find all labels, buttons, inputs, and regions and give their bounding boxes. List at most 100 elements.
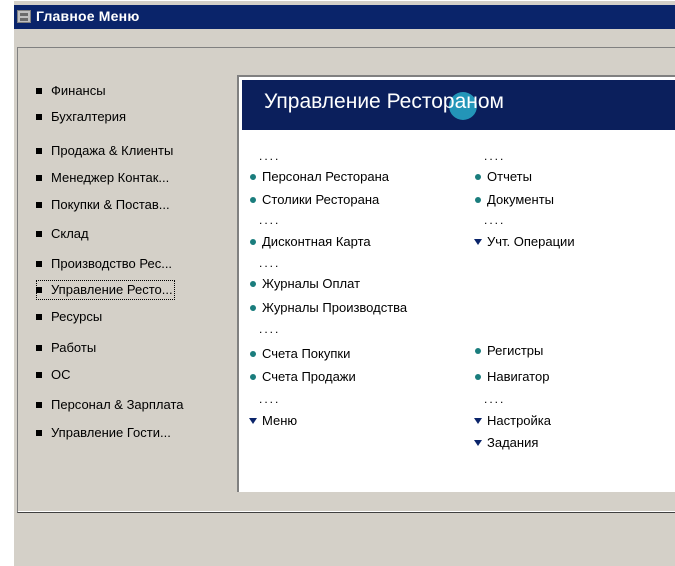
bullet-icon bbox=[475, 374, 481, 380]
bullet-icon bbox=[475, 174, 481, 180]
sidebar-item-personnel-payroll[interactable]: Персонал & Зарплата bbox=[36, 395, 186, 415]
panel-header: Управление Ресторанoм bbox=[242, 80, 675, 130]
panel-title: Управление Ресторанoм bbox=[264, 90, 504, 113]
square-bullet-icon bbox=[36, 231, 42, 237]
link-label: Документы bbox=[487, 192, 555, 207]
sidebar-item-resources[interactable]: Ресурсы bbox=[36, 307, 104, 327]
sidebar-item-label: Ресурсы bbox=[51, 309, 103, 324]
separator: .... bbox=[259, 392, 281, 406]
sidebar-item-label: Менеджер Контак... bbox=[51, 170, 170, 185]
link-label: Персонал Ресторана bbox=[262, 169, 390, 184]
sidebar-item-label: ОС bbox=[51, 367, 71, 382]
square-bullet-icon bbox=[36, 372, 42, 378]
link-sales-invoices[interactable]: Счета Продажи bbox=[249, 368, 356, 386]
link-label: Счета Продажи bbox=[262, 369, 356, 384]
sidebar-item-restaurant[interactable]: Управление Ресто... bbox=[36, 280, 175, 300]
link-label: Дисконтная Карта bbox=[262, 234, 371, 249]
sidebar-item-sales-clients[interactable]: Продажа & Клиенты bbox=[36, 141, 175, 161]
sidebar-item-label: Работы bbox=[51, 340, 97, 355]
expand-triangle-icon bbox=[474, 418, 482, 424]
separator: .... bbox=[259, 213, 281, 227]
bullet-icon bbox=[250, 351, 256, 357]
separator: .... bbox=[259, 256, 281, 270]
link-label: Счета Покупки bbox=[262, 346, 351, 361]
sidebar-item-label: Управление Ресто... bbox=[51, 282, 173, 297]
link-settings[interactable]: Настройка bbox=[474, 412, 551, 430]
sidebar-item-label: Персонал & Зарплата bbox=[51, 397, 184, 412]
title-bar[interactable]: Главное Меню bbox=[14, 5, 675, 29]
link-restaurant-staff[interactable]: Персонал Ресторана bbox=[249, 168, 389, 186]
separator: .... bbox=[484, 392, 506, 406]
link-label: Учт. Операции bbox=[487, 234, 575, 249]
main-menu-window: Главное Меню Финансы Бухгалтерия Продажа… bbox=[13, 0, 675, 566]
sidebar-item-contact-manager[interactable]: Менеджер Контак... bbox=[36, 168, 171, 188]
link-payment-journals[interactable]: Журналы Оплат bbox=[249, 275, 360, 293]
restaurant-panel: Управление Ресторанoм .... Персонал Рест… bbox=[237, 75, 675, 492]
bullet-icon bbox=[250, 305, 256, 311]
link-reports[interactable]: Отчеты bbox=[474, 168, 532, 186]
link-documents[interactable]: Документы bbox=[474, 191, 554, 209]
sidebar-item-production[interactable]: Производство Рес... bbox=[36, 254, 174, 274]
bullet-icon bbox=[250, 374, 256, 380]
square-bullet-icon bbox=[36, 202, 42, 208]
square-bullet-icon bbox=[36, 314, 42, 320]
bullet-icon bbox=[475, 348, 481, 354]
bullet-icon bbox=[250, 281, 256, 287]
link-label: Настройка bbox=[487, 413, 551, 428]
sidebar-item-warehouse[interactable]: Склад bbox=[36, 224, 91, 244]
link-label: Журналы Производства bbox=[262, 300, 408, 315]
bullet-icon bbox=[250, 239, 256, 245]
link-label: Навигатор bbox=[487, 369, 550, 384]
link-tasks[interactable]: Задания bbox=[474, 434, 538, 452]
square-bullet-icon bbox=[36, 345, 42, 351]
window-title: Главное Меню bbox=[36, 8, 140, 24]
sidebar-item-finance[interactable]: Финансы bbox=[36, 81, 108, 101]
sidebar-item-works[interactable]: Работы bbox=[36, 338, 98, 358]
sidebar-item-label: Покупки & Постав... bbox=[51, 197, 170, 212]
sidebar-item-hotel[interactable]: Управление Гости... bbox=[36, 423, 173, 443]
link-navigator[interactable]: Навигатор bbox=[474, 368, 549, 386]
separator: .... bbox=[259, 149, 281, 163]
link-registers[interactable]: Регистры bbox=[474, 342, 543, 360]
link-discount-card[interactable]: Дисконтная Карта bbox=[249, 233, 371, 251]
square-bullet-icon bbox=[36, 175, 42, 181]
bullet-icon bbox=[250, 174, 256, 180]
square-bullet-icon bbox=[36, 430, 42, 436]
sidebar-item-purchases-suppliers[interactable]: Покупки & Постав... bbox=[36, 195, 172, 215]
separator: .... bbox=[484, 213, 506, 227]
link-menu[interactable]: Меню bbox=[249, 412, 297, 430]
form-area: Финансы Бухгалтерия Продажа & Клиенты Ме… bbox=[17, 47, 675, 513]
sidebar-item-label: Финансы bbox=[51, 83, 106, 98]
square-bullet-icon bbox=[36, 114, 42, 120]
expand-triangle-icon bbox=[474, 239, 482, 245]
link-label: Регистры bbox=[487, 343, 544, 358]
square-bullet-icon bbox=[36, 402, 42, 408]
link-restaurant-tables[interactable]: Столики Ресторана bbox=[249, 191, 379, 209]
square-bullet-icon bbox=[36, 148, 42, 154]
bullet-icon bbox=[250, 197, 256, 203]
square-bullet-icon bbox=[36, 287, 42, 293]
bullet-icon bbox=[475, 197, 481, 203]
sidebar-item-label: Бухгалтерия bbox=[51, 109, 127, 124]
sidebar-item-label: Управление Гости... bbox=[51, 425, 171, 440]
square-bullet-icon bbox=[36, 261, 42, 267]
separator: .... bbox=[259, 322, 281, 336]
sidebar-item-accounting[interactable]: Бухгалтерия bbox=[36, 107, 128, 127]
link-accounting-operations[interactable]: Учт. Операции bbox=[474, 233, 575, 251]
form-icon[interactable] bbox=[17, 10, 31, 23]
sidebar-item-label: Склад bbox=[51, 226, 89, 241]
expand-triangle-icon bbox=[249, 418, 257, 424]
separator: .... bbox=[484, 149, 506, 163]
square-bullet-icon bbox=[36, 88, 42, 94]
link-purchase-invoices[interactable]: Счета Покупки bbox=[249, 345, 350, 363]
link-label: Задания bbox=[487, 435, 539, 450]
link-label: Отчеты bbox=[487, 169, 532, 184]
expand-triangle-icon bbox=[474, 440, 482, 446]
link-label: Журналы Оплат bbox=[262, 276, 361, 291]
sidebar-item-label: Продажа & Клиенты bbox=[51, 143, 174, 158]
sidebar-item-fixed-assets[interactable]: ОС bbox=[36, 365, 73, 385]
link-label: Меню bbox=[262, 413, 298, 428]
link-label: Столики Ресторана bbox=[262, 192, 380, 207]
link-production-journals[interactable]: Журналы Производства bbox=[249, 299, 407, 317]
sidebar-item-label: Производство Рес... bbox=[51, 256, 173, 271]
